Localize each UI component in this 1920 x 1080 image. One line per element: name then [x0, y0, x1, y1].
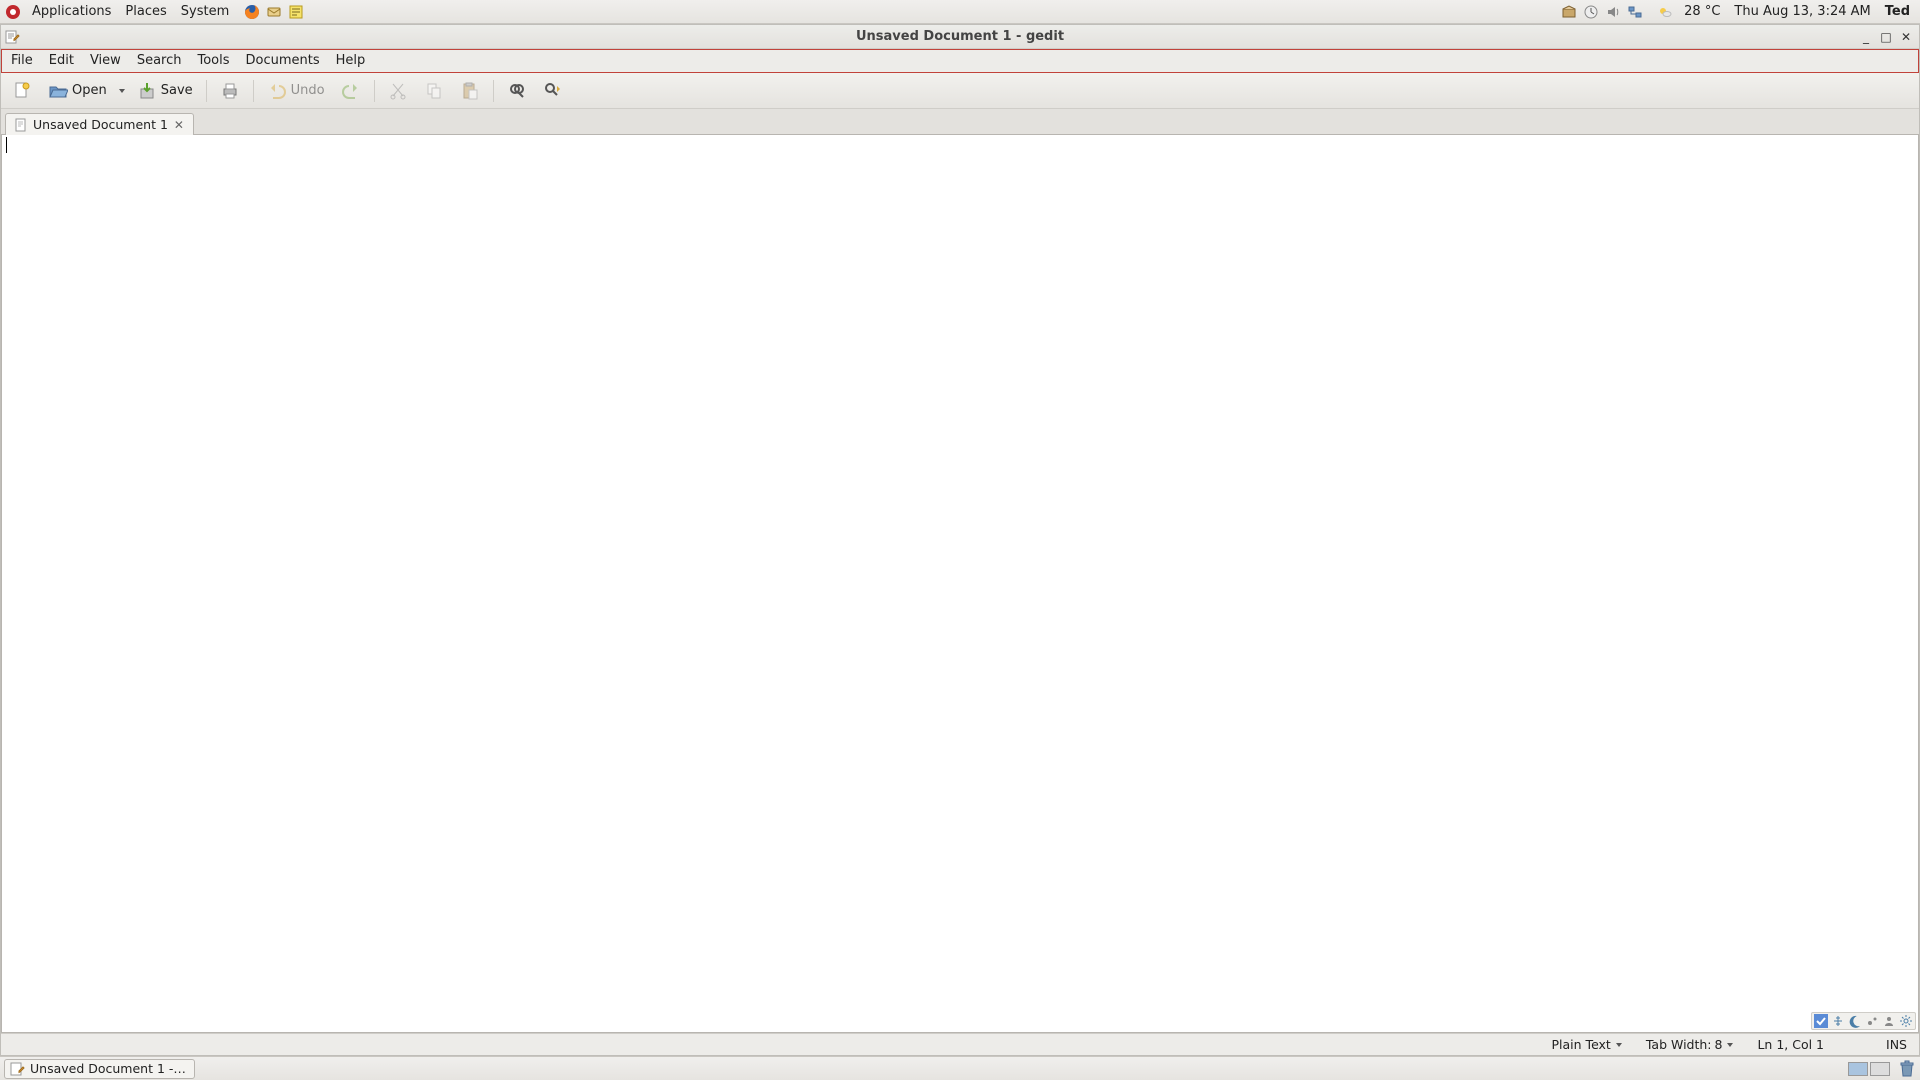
- paste-button: [453, 77, 487, 105]
- menu-help[interactable]: Help: [328, 49, 374, 72]
- titlebar[interactable]: Unsaved Document 1 - gedit _ □ ✕: [1, 25, 1919, 49]
- find-replace-button[interactable]: [536, 77, 570, 105]
- menu-places[interactable]: Places: [119, 2, 172, 21]
- copy-button: [417, 77, 451, 105]
- document-tab[interactable]: Unsaved Document 1 ✕: [5, 113, 194, 135]
- new-file-icon: [12, 81, 32, 101]
- separator: [493, 80, 494, 102]
- minimize-button[interactable]: _: [1859, 30, 1873, 44]
- editor-mini-toolbar: [1811, 1012, 1916, 1030]
- find-icon: [507, 81, 527, 101]
- gedit-app-icon: [9, 1061, 25, 1077]
- tab-bar: Unsaved Document 1 ✕: [1, 109, 1919, 135]
- weather-icon: [1656, 3, 1674, 21]
- separator: [206, 80, 207, 102]
- find-button[interactable]: [500, 77, 534, 105]
- menubar: File Edit View Search Tools Documents He…: [1, 49, 1919, 73]
- workspace-pager[interactable]: [1848, 1062, 1890, 1076]
- mini-gear-icon[interactable]: [1899, 1014, 1913, 1028]
- mini-check-icon[interactable]: [1814, 1014, 1828, 1028]
- save-button[interactable]: Save: [130, 77, 200, 105]
- chevron-down-icon: [1725, 1040, 1735, 1050]
- menu-tools[interactable]: Tools: [189, 49, 237, 72]
- user-menu[interactable]: Ted: [1879, 2, 1916, 21]
- menu-view[interactable]: View: [82, 49, 129, 72]
- trash-icon[interactable]: [1898, 1060, 1916, 1078]
- mini-dot-icon[interactable]: [1865, 1014, 1879, 1028]
- print-button[interactable]: [213, 77, 247, 105]
- chevron-down-icon: [1614, 1040, 1624, 1050]
- cut-icon: [388, 81, 408, 101]
- mini-person-icon[interactable]: [1882, 1014, 1896, 1028]
- open-dropdown[interactable]: [116, 86, 128, 96]
- menu-system[interactable]: System: [175, 2, 235, 21]
- redo-icon: [341, 81, 361, 101]
- new-button[interactable]: [5, 77, 39, 105]
- toolbar: Open Save Undo: [1, 73, 1919, 109]
- clock-text[interactable]: Thu Aug 13, 3:24 AM: [1728, 2, 1876, 21]
- maximize-button[interactable]: □: [1879, 30, 1893, 44]
- folder-open-icon: [48, 81, 68, 101]
- text-cursor: [6, 137, 7, 153]
- close-button[interactable]: ✕: [1899, 30, 1913, 44]
- menu-documents[interactable]: Documents: [238, 49, 328, 72]
- mini-moon-icon[interactable]: [1848, 1014, 1862, 1028]
- gnome-panel-bottom: Unsaved Document 1 -…: [0, 1056, 1920, 1080]
- window-title: Unsaved Document 1 - gedit: [856, 29, 1064, 44]
- gedit-app-icon: [4, 29, 20, 45]
- distro-logo-icon[interactable]: [4, 3, 22, 21]
- email-icon[interactable]: [265, 3, 283, 21]
- notes-icon[interactable]: [287, 3, 305, 21]
- menu-applications[interactable]: Applications: [26, 2, 117, 21]
- open-label: Open: [72, 83, 107, 98]
- menu-edit[interactable]: Edit: [41, 49, 82, 72]
- paste-icon: [460, 81, 480, 101]
- print-icon: [220, 81, 240, 101]
- tab-close-button[interactable]: ✕: [173, 119, 185, 131]
- save-label: Save: [161, 83, 193, 98]
- undo-label: Undo: [291, 83, 325, 98]
- tab-width-selector[interactable]: Tab Width: 8: [1646, 1037, 1736, 1052]
- syntax-mode-selector[interactable]: Plain Text: [1552, 1037, 1624, 1052]
- text-editor[interactable]: [1, 135, 1919, 1033]
- open-button[interactable]: Open: [41, 77, 114, 105]
- weather-temp[interactable]: 28 °C: [1678, 2, 1726, 21]
- taskbar-entry-label: Unsaved Document 1 -…: [30, 1061, 186, 1076]
- undo-button: Undo: [260, 77, 332, 105]
- separator: [374, 80, 375, 102]
- firefox-icon[interactable]: [243, 3, 261, 21]
- cut-button: [381, 77, 415, 105]
- mini-chinese-icon[interactable]: [1831, 1014, 1845, 1028]
- save-icon: [137, 81, 157, 101]
- tab-label: Unsaved Document 1: [33, 117, 168, 132]
- workspace-1[interactable]: [1848, 1062, 1868, 1076]
- document-icon: [14, 118, 28, 132]
- separator: [253, 80, 254, 102]
- package-update-icon[interactable]: [1560, 3, 1578, 21]
- find-replace-icon: [543, 81, 563, 101]
- workspace-2[interactable]: [1870, 1062, 1890, 1076]
- menu-file[interactable]: File: [3, 49, 41, 72]
- insert-mode[interactable]: INS: [1886, 1037, 1907, 1052]
- undo-icon: [267, 81, 287, 101]
- volume-icon[interactable]: [1604, 3, 1622, 21]
- copy-icon: [424, 81, 444, 101]
- clock-icon[interactable]: [1582, 3, 1600, 21]
- gnome-panel-top: Applications Places System 28 °C Thu Au: [0, 0, 1920, 24]
- menu-search[interactable]: Search: [129, 49, 190, 72]
- gedit-window: Unsaved Document 1 - gedit _ □ ✕ File Ed…: [0, 24, 1920, 1056]
- cursor-position: Ln 1, Col 1: [1757, 1037, 1824, 1052]
- network-icon[interactable]: [1626, 3, 1644, 21]
- redo-button: [334, 77, 368, 105]
- taskbar-entry-gedit[interactable]: Unsaved Document 1 -…: [4, 1059, 195, 1079]
- statusbar: Plain Text Tab Width: 8 Ln 1, Col 1 INS: [1, 1033, 1919, 1055]
